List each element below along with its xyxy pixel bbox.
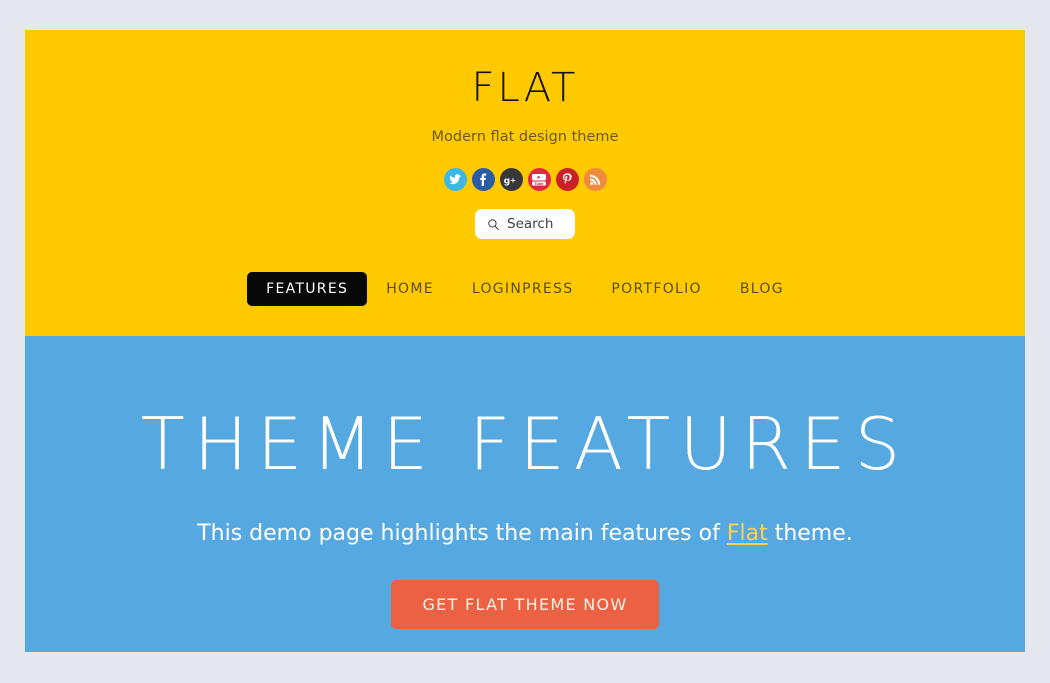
- svg-text:+: +: [510, 175, 516, 184]
- hero-section: THEME FEATURES This demo page highlights…: [25, 336, 1025, 652]
- hero-subtitle-after: theme.: [767, 521, 853, 546]
- search-input[interactable]: [507, 216, 563, 232]
- hero-title: THEME FEATURES: [140, 402, 910, 486]
- social-links: g + Tube: [25, 168, 1025, 191]
- site-header: FLAT Modern flat design theme g + Tube S…: [25, 30, 1025, 336]
- cta-area: GET FLAT THEME NOW: [25, 580, 1025, 629]
- nav-item-blog[interactable]: BLOG: [721, 272, 803, 306]
- pinterest-icon[interactable]: [555, 168, 579, 191]
- main-navigation: FEATURES HOME LOGINPRESS PORTFOLIO BLOG: [25, 272, 1025, 306]
- svg-text:Tube: Tube: [535, 181, 545, 185]
- page-frame: FLAT Modern flat design theme g + Tube S…: [25, 30, 1025, 652]
- svg-text:g: g: [504, 176, 511, 186]
- youtube-icon[interactable]: Tube: [527, 168, 551, 191]
- nav-item-home[interactable]: HOME: [367, 272, 453, 306]
- twitter-icon[interactable]: [443, 168, 467, 191]
- get-flat-theme-button[interactable]: GET FLAT THEME NOW: [391, 580, 659, 629]
- hero-flat-link[interactable]: Flat: [727, 521, 768, 546]
- search-area: [25, 209, 1025, 239]
- hero-subtitle-before: This demo page highlights the main featu…: [197, 521, 727, 546]
- site-title: FLAT: [471, 65, 579, 111]
- search-box[interactable]: [475, 209, 575, 239]
- facebook-icon[interactable]: [471, 168, 495, 191]
- nav-item-features[interactable]: FEATURES: [247, 272, 368, 306]
- site-tagline: Modern flat design theme: [431, 129, 619, 145]
- nav-item-portfolio[interactable]: PORTFOLIO: [592, 272, 720, 306]
- google-plus-icon[interactable]: g +: [499, 168, 523, 191]
- rss-icon[interactable]: [583, 168, 607, 191]
- hero-subtitle: This demo page highlights the main featu…: [25, 480, 1025, 546]
- nav-item-loginpress[interactable]: LOGINPRESS: [453, 272, 593, 306]
- search-icon: [488, 218, 499, 230]
